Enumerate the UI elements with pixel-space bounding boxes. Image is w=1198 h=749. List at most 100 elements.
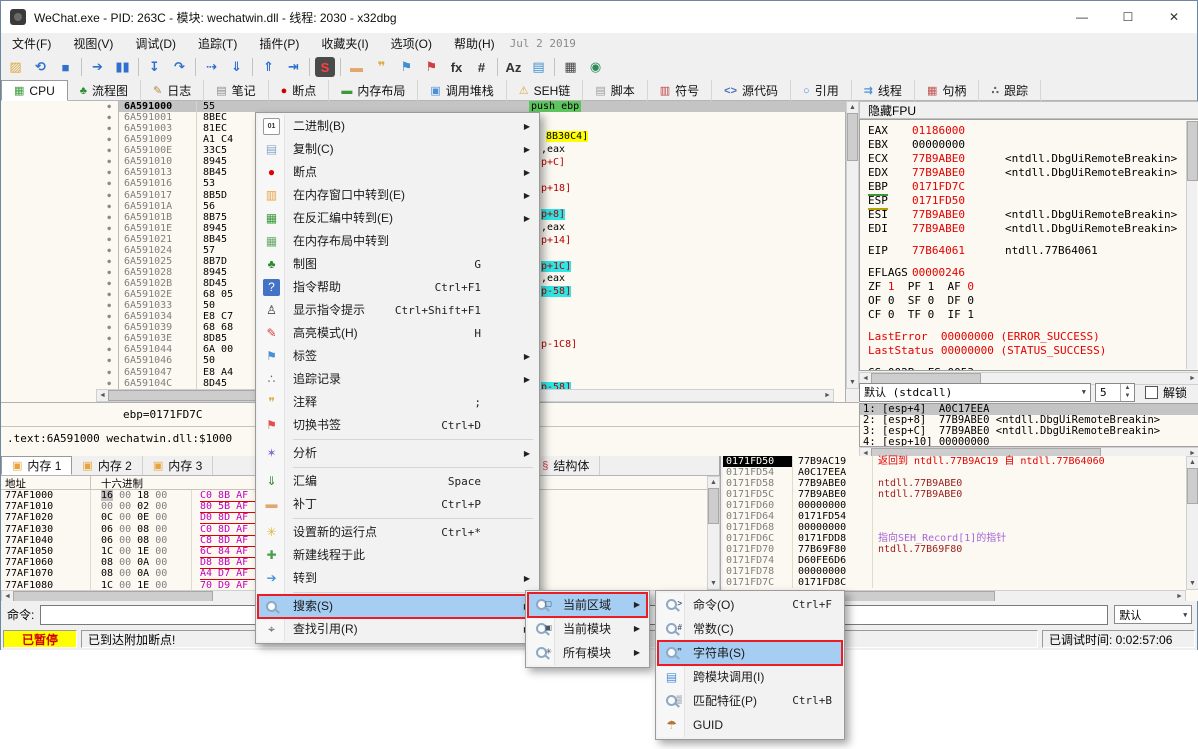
unlock-checkbox[interactable] — [1145, 386, 1158, 399]
label-icon[interactable]: ⚑ — [394, 56, 419, 78]
stack-row[interactable]: 0171FD640171FD54 — [723, 511, 1198, 522]
dump-tab-memory-3[interactable]: ▣内存 3 — [143, 456, 213, 475]
register-row[interactable]: EBP0171FD7C — [860, 180, 1198, 194]
minimize-button[interactable]: — — [1059, 1, 1105, 33]
stack-row[interactable]: 0171FD7800000000 — [723, 566, 1198, 577]
open-file-icon[interactable]: ▨ — [3, 56, 28, 78]
scroll-down-icon[interactable]: ▼ — [847, 377, 858, 388]
breakpoint-dot-icon[interactable]: ● — [1, 300, 119, 311]
breakpoint-dot-icon[interactable]: ● — [1, 256, 119, 267]
run-to-user-code-icon[interactable]: ⇢ — [199, 56, 224, 78]
breakpoint-dot-icon[interactable]: ● — [1, 378, 119, 389]
tab-cpu[interactable]: ▦CPU — [1, 80, 68, 101]
spin-up-icon[interactable]: ▲ — [1121, 384, 1134, 393]
disasm-row[interactable]: ●6A59100055 — [1, 101, 846, 112]
constant-icon[interactable]: # — [469, 56, 494, 78]
submenu-search-strings[interactable]: ❞字符串(S) — [658, 641, 842, 665]
stack-panel[interactable]: 0171FD5077B9AC19返回到 ntdll.77B9AC19 自 ntd… — [723, 456, 1198, 601]
menu-favourites[interactable]: 收藏夹(I) — [310, 33, 379, 54]
maximize-button[interactable]: ☐ — [1105, 1, 1151, 33]
arg-count-spinner[interactable]: 5 ▲ ▼ — [1095, 383, 1135, 402]
stack-row[interactable]: 0171FD74D60FE6D6 — [723, 555, 1198, 566]
stack-row[interactable]: 0171FD7C0171FD8C — [723, 577, 1198, 588]
close-button[interactable]: ✕ — [1151, 1, 1197, 33]
step-over-icon[interactable]: ↷ — [167, 56, 192, 78]
menu-binary[interactable]: 01二进制(B)▶ — [258, 115, 537, 138]
stack-row[interactable]: 0171FD6C0171FDD8指向SEH_Record[1]的指针 — [723, 533, 1198, 544]
stack-row[interactable]: 0171FD54A0C17EEA — [723, 467, 1198, 478]
stack-row[interactable]: 0171FD5077B9AC19返回到 ntdll.77B9AC19 自 ntd… — [723, 456, 1198, 467]
tab-graph[interactable]: ♣流程图 — [68, 80, 141, 101]
menu-new-thread-here[interactable]: ✚新建线程于此 — [258, 544, 537, 567]
disasm-vscroll-thumb[interactable] — [847, 113, 858, 161]
tab-script[interactable]: ▤脚本 — [583, 80, 647, 101]
submenu-search-command[interactable]: >命令(O)Ctrl+F — [658, 593, 842, 617]
submenu-search-intermodular[interactable]: ▤跨模块调用(I) — [658, 665, 842, 689]
breakpoint-dot-icon[interactable]: ● — [1, 190, 119, 201]
calculator-icon[interactable]: ▦ — [558, 56, 583, 78]
menu-follow-memmap[interactable]: ▦在内存布局中转到 — [258, 230, 537, 253]
menu-comment[interactable]: ❞注释; — [258, 391, 537, 414]
register-row[interactable]: ESP0171FD50 — [860, 194, 1198, 208]
menu-breakpoint[interactable]: ●断点▶ — [258, 161, 537, 184]
registers-vscrollbar[interactable] — [1186, 121, 1197, 369]
breakpoint-dot-icon[interactable]: ● — [1, 311, 119, 322]
register-row[interactable]: ESI77B9ABE0<ntdll.DbgUiRemoteBreakin> — [860, 208, 1198, 222]
menu-file[interactable]: 文件(F) — [1, 33, 62, 54]
menu-debug[interactable]: 调试(D) — [124, 33, 187, 54]
menu-follow-disasm[interactable]: ▦在反汇编中转到(E)▶ — [258, 207, 537, 230]
menu-follow-dump[interactable]: ▥在内存窗口中转到(E)▶ — [258, 184, 537, 207]
dump-vscrollbar[interactable]: ▲ ▼ — [707, 476, 720, 590]
disasm-vscrollbar[interactable]: ▲ ▼ — [846, 101, 859, 389]
restart-icon[interactable]: ⟲ — [28, 56, 53, 78]
run-until-return-icon[interactable]: ⇑ — [256, 56, 281, 78]
register-row[interactable]: ECX77B9ABE0<ntdll.DbgUiRemoteBreakin> — [860, 152, 1198, 166]
menu-view[interactable]: 视图(V) — [62, 33, 124, 54]
dump-tab-memory-1[interactable]: ▣内存 1 — [1, 456, 72, 475]
breakpoint-dot-icon[interactable]: ● — [1, 234, 119, 245]
breakpoint-dot-icon[interactable]: ● — [1, 267, 119, 278]
breakpoint-dot-icon[interactable]: ● — [1, 156, 119, 167]
breakpoint-dot-icon[interactable]: ● — [1, 245, 119, 256]
breakpoint-dot-icon[interactable]: ● — [1, 145, 119, 156]
menu-find-references[interactable]: ⌖查找引用(R)▶ — [258, 618, 537, 641]
stop-debug-icon[interactable]: ■ — [53, 56, 78, 78]
breakpoint-dot-icon[interactable]: ● — [1, 101, 119, 112]
breakpoint-dot-icon[interactable]: ● — [1, 178, 119, 189]
breakpoint-dot-icon[interactable]: ● — [1, 223, 119, 234]
step-into-icon[interactable]: ↧ — [142, 56, 167, 78]
globe-icon[interactable]: ◉ — [583, 56, 608, 78]
breakpoint-dot-icon[interactable]: ● — [1, 167, 119, 178]
menu-set-new-origin[interactable]: ✳设置新的运行点Ctrl+* — [258, 521, 537, 544]
menu-graph[interactable]: ♣制图G — [258, 253, 537, 276]
menu-search[interactable]: 搜索(S)▶ — [258, 595, 537, 618]
patch-icon[interactable]: ▬ — [344, 56, 369, 78]
breakpoint-dot-icon[interactable]: ● — [1, 201, 119, 212]
submenu-search-constant[interactable]: #常数(C) — [658, 617, 842, 641]
submenu-search-pattern[interactable]: ▒匹配特征(P)Ctrl+B — [658, 689, 842, 713]
tab-threads[interactable]: ⇉线程 — [852, 80, 915, 101]
menu-copy[interactable]: ▤复制(C)▶ — [258, 138, 537, 161]
breakpoint-dot-icon[interactable]: ● — [1, 112, 119, 123]
tab-references[interactable]: ○引用 — [791, 80, 852, 101]
hide-fpu-button[interactable]: 隐藏FPU — [859, 101, 1198, 119]
stack-row[interactable]: 0171FD6800000000 — [723, 522, 1198, 533]
menu-instruction-help[interactable]: ?指令帮助Ctrl+F1 — [258, 276, 537, 299]
register-row[interactable]: EIP77B64061ntdll.77B64061 — [860, 244, 1198, 258]
tab-trace[interactable]: ∴跟踪 — [979, 80, 1041, 101]
stack-vscroll-thumb[interactable] — [1187, 468, 1198, 504]
breakpoint-dot-icon[interactable]: ● — [1, 344, 119, 355]
dump-tab-memory-2[interactable]: ▣内存 2 — [72, 456, 142, 475]
menu-goto[interactable]: ➔转到▶ — [258, 567, 537, 590]
breakpoint-dot-icon[interactable]: ● — [1, 278, 119, 289]
breakpoint-dot-icon[interactable]: ● — [1, 289, 119, 300]
comment-icon[interactable]: ❞ — [369, 56, 394, 78]
function-icon[interactable]: fx — [444, 56, 469, 78]
scroll-down-icon[interactable]: ▼ — [1187, 578, 1198, 589]
breakpoint-dot-icon[interactable]: ● — [1, 333, 119, 344]
menu-toggle-bookmark[interactable]: ⚑切换书签Ctrl+D — [258, 414, 537, 437]
register-row[interactable]: EDX77B9ABE0<ntdll.DbgUiRemoteBreakin> — [860, 166, 1198, 180]
scroll-right-icon[interactable]: ► — [822, 390, 833, 401]
command-profile-select[interactable]: 默认 ▼ — [1114, 605, 1192, 624]
tab-symbols[interactable]: ▥符号 — [648, 80, 712, 101]
